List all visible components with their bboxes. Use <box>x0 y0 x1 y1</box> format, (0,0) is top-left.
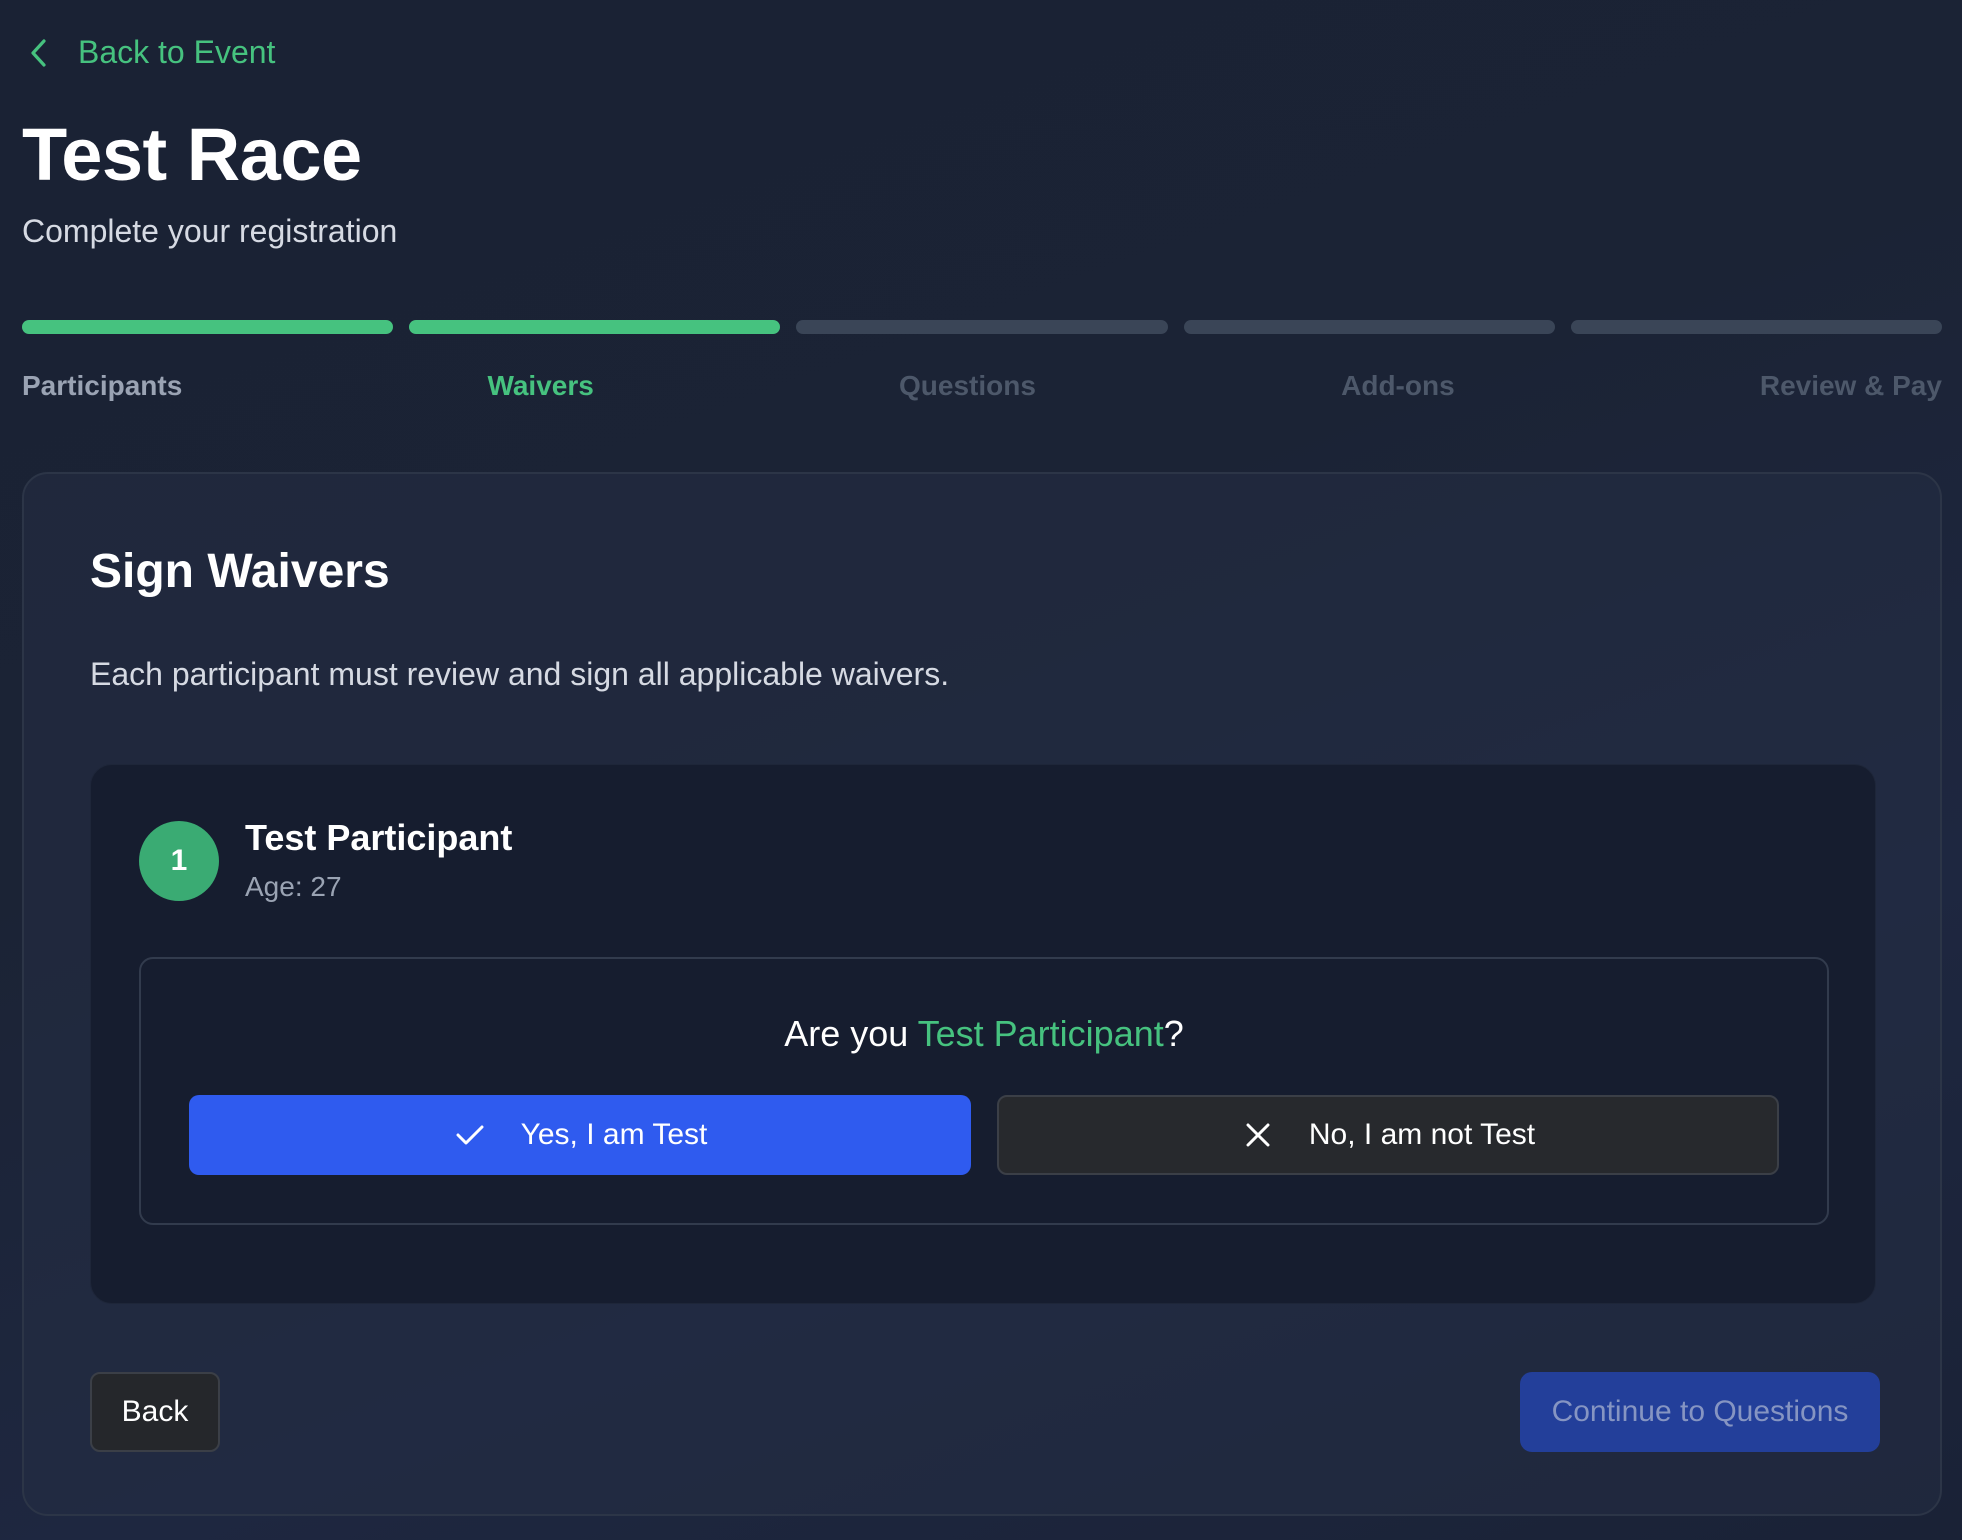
back-button[interactable]: Back <box>90 1372 220 1452</box>
continue-to-questions-button[interactable]: Continue to Questions <box>1520 1372 1880 1452</box>
card-title: Sign Waivers <box>90 545 390 598</box>
check-icon <box>453 1118 487 1152</box>
close-icon <box>1241 1118 1275 1152</box>
question-suffix: ? <box>1163 1013 1184 1054</box>
card-description: Each participant must review and sign al… <box>90 656 950 692</box>
step-label-questions: Questions <box>899 370 1036 401</box>
participant-age: Age: 27 <box>245 871 342 902</box>
step-label-participants: Participants <box>22 370 183 401</box>
step-bar-questions <box>796 320 1168 334</box>
confirm-yes-button[interactable]: Yes, I am Test <box>189 1095 971 1175</box>
identity-confirm-box: Are you Test Participant? Yes, I am Test <box>139 957 1829 1225</box>
back-to-event-label: Back to Event <box>78 34 276 70</box>
page-title: Test Race <box>22 113 362 196</box>
question-name: Test Participant <box>917 1013 1164 1054</box>
step-labels: Participants Waivers Questions Add-ons R… <box>22 370 1942 402</box>
back-to-event-link[interactable]: Back to Event <box>22 34 275 71</box>
identity-question: Are you Test Participant? <box>141 1013 1827 1055</box>
question-prefix: Are you <box>784 1013 918 1054</box>
step-bar-participants <box>22 320 394 334</box>
waivers-card: Sign Waivers Each participant must revie… <box>22 472 1942 1516</box>
step-bar-waivers <box>409 320 781 334</box>
confirm-no-label: No, I am not Test <box>1308 1118 1536 1151</box>
chevron-left-icon <box>22 36 56 70</box>
page-subtitle: Complete your registration <box>22 213 398 249</box>
progress-steps <box>22 320 1943 334</box>
step-label-waivers: Waivers <box>487 370 594 401</box>
participant-name: Test Participant <box>245 817 513 858</box>
participant-number-badge: 1 <box>139 821 219 901</box>
confirm-yes-label: Yes, I am Test <box>520 1118 708 1151</box>
confirm-no-button[interactable]: No, I am not Test <box>997 1095 1779 1175</box>
registration-page: Back to Event Test Race Complete your re… <box>0 0 1962 1540</box>
step-bar-add-ons <box>1183 320 1555 334</box>
step-bar-review-pay <box>1570 320 1943 334</box>
participant-card: 1 Test Participant Age: 27 Are you Test … <box>90 764 1876 1304</box>
step-label-add-ons: Add-ons <box>1341 370 1455 401</box>
step-label-review-pay: Review & Pay <box>1759 370 1942 401</box>
